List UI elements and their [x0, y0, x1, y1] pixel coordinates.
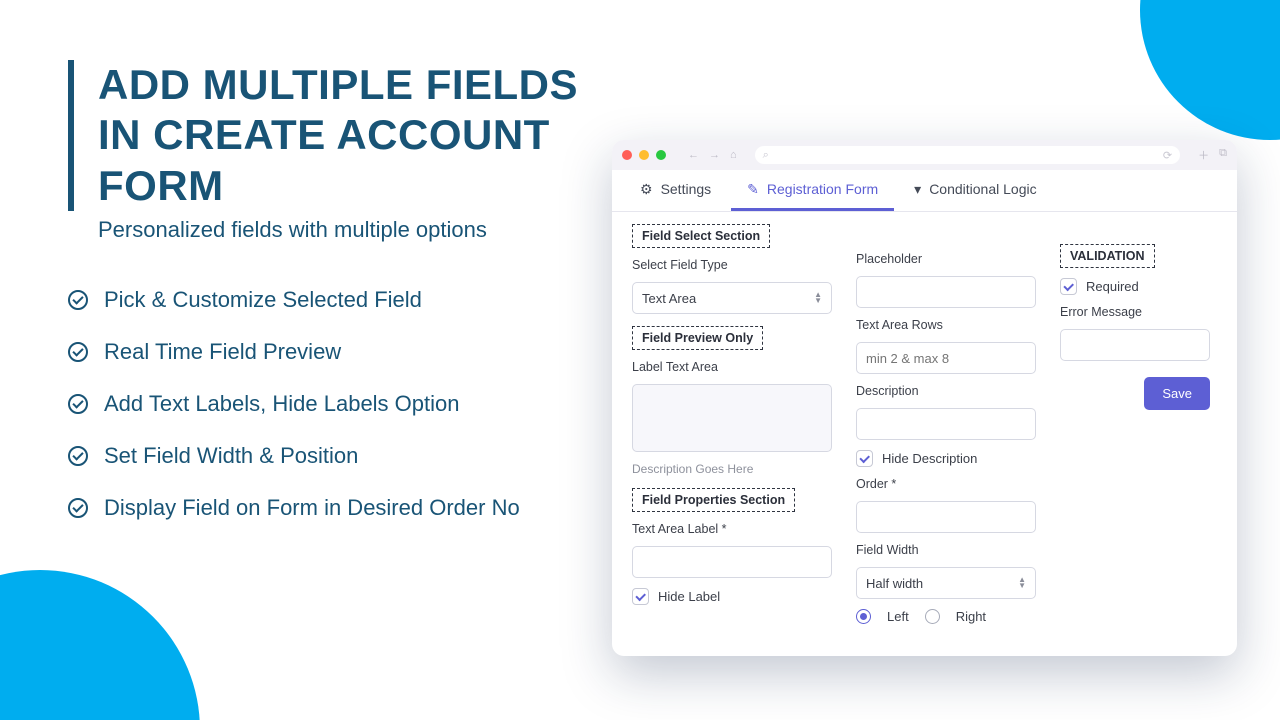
edit-icon: ✎ — [747, 181, 759, 198]
new-tab-icon[interactable]: ＋ — [1198, 147, 1209, 163]
gear-icon: ⚙ — [640, 181, 653, 198]
validation-tag: VALIDATION — [1060, 244, 1155, 268]
back-icon[interactable]: ← — [688, 149, 699, 161]
feature-item: Set Field Width & Position — [68, 443, 598, 469]
forward-icon[interactable]: → — [709, 149, 720, 161]
hide-description-checkbox-row[interactable]: Hide Description — [856, 450, 1036, 467]
chevron-updown-icon: ▲▼ — [814, 292, 822, 304]
radio-right[interactable] — [925, 609, 940, 624]
description-input[interactable] — [856, 408, 1036, 440]
field-select-section-tag: Field Select Section — [632, 224, 770, 248]
label-text-area-label: Label Text Area — [632, 360, 832, 374]
chevron-updown-icon: ▲▼ — [1018, 577, 1026, 589]
feature-text: Pick & Customize Selected Field — [104, 287, 422, 313]
field-width-dropdown[interactable]: Half width ▲▼ — [856, 567, 1036, 599]
radio-left[interactable] — [856, 609, 871, 624]
required-checkbox-row[interactable]: Required — [1060, 278, 1210, 295]
feature-text: Display Field on Form in Desired Order N… — [104, 495, 520, 521]
hide-description-text: Hide Description — [882, 451, 977, 466]
feature-text: Real Time Field Preview — [104, 339, 341, 365]
check-icon — [68, 498, 88, 518]
tab-settings[interactable]: ⚙ Settings — [624, 170, 727, 211]
window-close-icon[interactable] — [622, 150, 632, 160]
hide-label-checkbox-row[interactable]: Hide Label — [632, 588, 832, 605]
checkbox-icon — [856, 450, 873, 467]
order-input[interactable] — [856, 501, 1036, 533]
home-icon[interactable]: ⌂ — [730, 149, 737, 161]
field-width-label: Field Width — [856, 543, 1036, 557]
window-minimize-icon[interactable] — [639, 150, 649, 160]
check-icon — [68, 290, 88, 310]
url-bar[interactable]: ⌕ ⟳ — [755, 146, 1180, 164]
feature-item: Pick & Customize Selected Field — [68, 287, 598, 313]
feature-text: Add Text Labels, Hide Labels Option — [104, 391, 460, 417]
browser-chrome: ← → ⌂ ⌕ ⟳ ＋ ⧉ — [612, 140, 1237, 170]
error-message-input[interactable] — [1060, 329, 1210, 361]
tab-label: Settings — [661, 181, 712, 197]
checkbox-icon — [632, 588, 649, 605]
search-icon: ⌕ — [763, 149, 769, 162]
error-message-label: Error Message — [1060, 305, 1210, 319]
preview-textarea — [632, 384, 832, 452]
required-text: Required — [1086, 279, 1139, 294]
rows-input[interactable] — [856, 342, 1036, 374]
feature-text: Set Field Width & Position — [104, 443, 358, 469]
tab-label: Conditional Logic — [929, 181, 1036, 197]
window-maximize-icon[interactable] — [656, 150, 666, 160]
checkbox-icon — [1060, 278, 1077, 295]
radio-left-label: Left — [887, 609, 909, 624]
textarea-label-label: Text Area Label * — [632, 522, 832, 536]
feature-item: Display Field on Form in Desired Order N… — [68, 495, 598, 521]
page-title: ADD MULTIPLE FIELDS IN CREATE ACCOUNT FO… — [98, 60, 598, 211]
field-preview-only-tag: Field Preview Only — [632, 326, 763, 350]
tab-label: Registration Form — [767, 181, 878, 197]
check-icon — [68, 446, 88, 466]
feature-list: Pick & Customize Selected Field Real Tim… — [68, 287, 598, 521]
check-icon — [68, 394, 88, 414]
textarea-label-input[interactable] — [632, 546, 832, 578]
feature-item: Real Time Field Preview — [68, 339, 598, 365]
radio-right-label: Right — [956, 609, 986, 624]
tab-bar: ⚙ Settings ✎ Registration Form ▾ Conditi… — [612, 170, 1237, 212]
check-icon — [68, 342, 88, 362]
placeholder-input[interactable] — [856, 276, 1036, 308]
tabs-icon[interactable]: ⧉ — [1219, 147, 1227, 163]
field-properties-section-tag: Field Properties Section — [632, 488, 795, 512]
browser-window: ← → ⌂ ⌕ ⟳ ＋ ⧉ ⚙ Settings ✎ Registration … — [612, 140, 1237, 656]
feature-item: Add Text Labels, Hide Labels Option — [68, 391, 598, 417]
rows-label: Text Area Rows — [856, 318, 1036, 332]
select-field-type-label: Select Field Type — [632, 258, 832, 272]
save-button[interactable]: Save — [1144, 377, 1210, 410]
description-label: Description — [856, 384, 1036, 398]
select-value: Half width — [866, 576, 923, 591]
tab-registration-form[interactable]: ✎ Registration Form — [731, 170, 894, 211]
page-subtitle: Personalized fields with multiple option… — [68, 217, 598, 243]
reload-icon[interactable]: ⟳ — [1163, 149, 1172, 162]
placeholder-label: Placeholder — [856, 252, 1036, 266]
tab-conditional-logic[interactable]: ▾ Conditional Logic — [898, 170, 1052, 211]
filter-icon: ▾ — [914, 181, 921, 198]
select-value: Text Area — [642, 291, 696, 306]
hide-label-text: Hide Label — [658, 589, 720, 604]
alignment-radio-group: Left Right — [856, 609, 1036, 624]
order-label: Order * — [856, 477, 1036, 491]
preview-description-text: Description Goes Here — [632, 462, 832, 476]
select-field-type-dropdown[interactable]: Text Area ▲▼ — [632, 282, 832, 314]
